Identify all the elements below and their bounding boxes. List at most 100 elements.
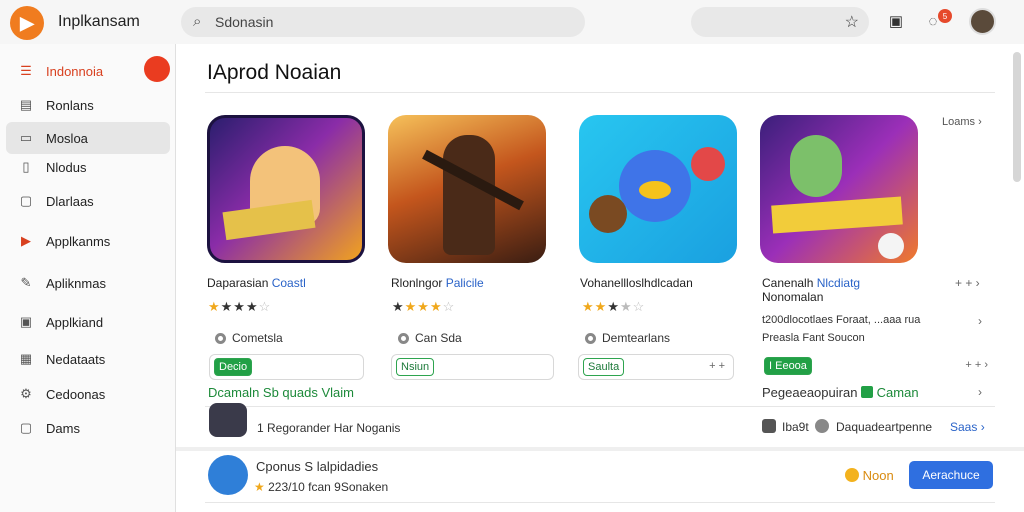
more-icon[interactable]: + + ›: [965, 359, 988, 371]
bottom-meta: ★ 223/10 fcan 9Sonaken: [254, 480, 388, 494]
file-icon: ▢: [19, 193, 33, 208]
sidebar-item-5[interactable]: ▶ Applkanms: [6, 226, 170, 256]
right-label-accent: Caman: [876, 385, 919, 400]
sidebar-item-9[interactable]: ⚙ Cedoonas: [6, 379, 170, 409]
see-link-label: Saas: [950, 420, 978, 434]
rating-stars-1: ★★★★☆: [208, 299, 272, 314]
mini-app-icon[interactable]: [209, 403, 247, 437]
install-box-3[interactable]: Saulta + +: [578, 354, 734, 380]
sidebar-item-label: Indonnoia: [46, 63, 104, 79]
install-tag[interactable]: Nsiun: [396, 358, 435, 376]
ball-artwork: [691, 147, 725, 181]
app-title-1[interactable]: Daparasian Coastl: [207, 276, 306, 290]
search-bar[interactable]: ⌕: [181, 7, 585, 37]
tile-icon: [762, 419, 776, 433]
category-icon: [398, 332, 409, 344]
rating-stars-3: ★★★★☆: [582, 299, 646, 314]
app-icon-game-4[interactable]: [760, 115, 918, 263]
app-title: Inplkansam: [58, 13, 140, 30]
bottom-app-icon[interactable]: [208, 455, 248, 495]
sidebar-item-4[interactable]: ▢ Dlarlaas: [6, 186, 170, 216]
app-icon-game-2[interactable]: [388, 115, 546, 263]
app-category-3: Demtearlans: [585, 331, 670, 345]
category-icon: [585, 332, 596, 344]
category-label: Cometsla: [232, 331, 283, 345]
avatar[interactable]: [969, 8, 996, 35]
sidebar-item-label: Applkanms: [46, 233, 111, 249]
install-tag[interactable]: I Eeooa: [764, 357, 812, 375]
app-logo-icon[interactable]: ▶: [10, 6, 44, 40]
sidebar-item-label: Nlodus: [46, 159, 87, 175]
install-tag[interactable]: Decio: [214, 358, 253, 376]
title-divider: [205, 92, 995, 93]
document-icon: ▯: [22, 159, 30, 174]
sidebar-item-7[interactable]: ▣ Applkiand: [6, 307, 170, 337]
secondary-search-bar[interactable]: ☆: [691, 7, 869, 37]
section-divider: [176, 447, 1024, 451]
search-input[interactable]: [215, 11, 565, 33]
box-icon: ▢: [19, 420, 33, 435]
category-label: Can Sda: [415, 331, 462, 345]
right-label: Pegeaeaopuiran Caman: [762, 385, 919, 400]
sidebar-item-10[interactable]: ▢ Dams: [6, 413, 170, 443]
grid-icon: ▤: [19, 97, 33, 112]
see-all-label: Loams: [942, 116, 976, 128]
install-tag[interactable]: Saulta: [583, 358, 625, 376]
sidebar-item-label: Dlarlaas: [46, 193, 94, 209]
search-icon: ⌕: [193, 13, 202, 30]
logo-banner-artwork: [771, 196, 903, 234]
secondary-action-label: Noon: [862, 468, 894, 483]
app-icon-game-3[interactable]: [579, 115, 737, 263]
green-square-icon: [861, 386, 874, 398]
play-icon: ▶: [21, 233, 31, 248]
gear-icon: ⚙: [20, 386, 32, 401]
sidebar-item-label: Mosloa: [46, 130, 88, 146]
sidebar-alert-dot: [144, 56, 170, 82]
more-icon[interactable]: + + ›: [955, 276, 980, 290]
sidebar-item-3[interactable]: ▯ Nlodus: [6, 152, 170, 182]
more-icon[interactable]: + +: [709, 360, 725, 372]
beak-artwork: [639, 181, 671, 199]
app-title-2[interactable]: Rlonlngor Palicile: [391, 276, 484, 290]
shield-icon: [845, 468, 859, 482]
sidebar-item-8[interactable]: ▦ Nedataats: [6, 344, 170, 374]
star-icon[interactable]: ☆: [845, 12, 859, 32]
coconut-artwork: [589, 195, 627, 233]
sidebar-item-2[interactable]: ▭ Mosloa: [6, 122, 170, 154]
table-icon: ▦: [19, 351, 33, 366]
app-category-1: Cometsla: [215, 331, 283, 345]
install-box-4[interactable]: I Eeooa + + ›: [760, 354, 996, 380]
bottom-title: Cponus S lalpidadies: [256, 459, 379, 474]
app-title-text: Daparasian: [207, 276, 272, 290]
app-title-4[interactable]: Canenalh Nlcdiatg: [762, 276, 860, 290]
app4-meta2: Preasla Fant Soucon: [762, 332, 865, 344]
install-box-2[interactable]: Nsiun: [391, 354, 554, 380]
green-link[interactable]: Dcamaln Sb quads Vlaim: [208, 385, 354, 400]
app-title-accent: Coastl: [271, 276, 306, 290]
pen-icon: ✎: [20, 275, 32, 290]
badge-artwork: [878, 233, 904, 259]
app-title-text: Vohanellloslhdlcadan: [580, 276, 693, 290]
app-icon-game-1[interactable]: [207, 115, 365, 263]
see-all-link[interactable]: Loams ›: [942, 116, 982, 128]
chevron-right-icon[interactable]: ›: [978, 314, 982, 328]
tile-icon: [815, 419, 829, 433]
notification-badge: 5: [938, 9, 952, 23]
sidebar-item-label: Apliknmas: [46, 275, 106, 291]
app4-meta: t200dlocotlaes Foraat, ...aaa rua: [762, 314, 921, 326]
soldier-artwork: [443, 135, 495, 255]
sidebar-item-label: Cedoonas: [46, 386, 106, 402]
sidebar-item-1[interactable]: ▤ Ronlans: [6, 90, 170, 120]
gallery-icon: ▣: [19, 314, 33, 329]
secondary-action[interactable]: Noon: [845, 468, 894, 483]
chevron-right-icon[interactable]: ›: [978, 385, 982, 399]
app-title-text: Canenalh: [762, 276, 817, 290]
chat-icon[interactable]: ▣: [885, 10, 907, 32]
app-title-3[interactable]: Vohanellloslhdlcadan: [580, 276, 693, 290]
install-box-1[interactable]: Decio: [209, 354, 364, 380]
primary-action-button[interactable]: Aerachuce: [909, 461, 993, 489]
scrollbar[interactable]: [1013, 52, 1021, 182]
app-title-4-line2: Nonomalan: [762, 290, 824, 304]
sidebar-item-6[interactable]: ✎ Apliknmas: [6, 268, 170, 298]
see-link[interactable]: Saas ›: [950, 420, 985, 434]
